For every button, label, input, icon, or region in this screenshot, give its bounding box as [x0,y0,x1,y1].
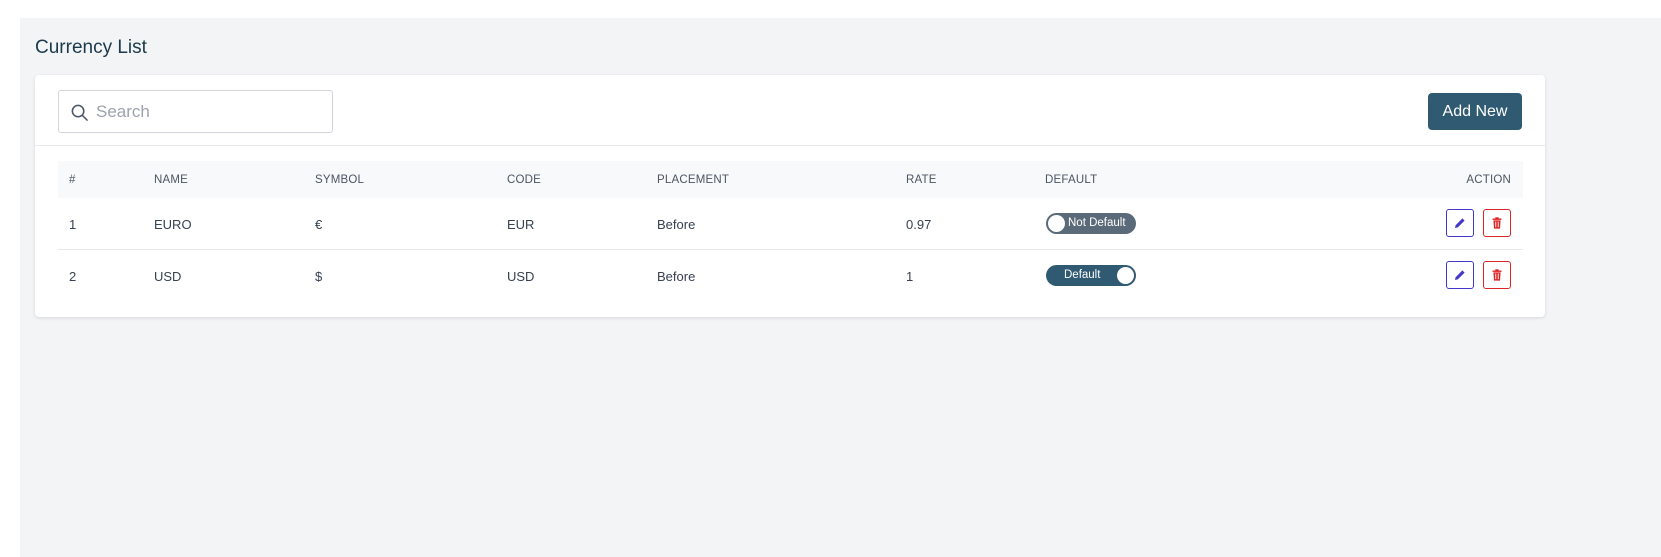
currency-table: # NAME SYMBOL CODE PLACEMENT RATE DEFAUL… [58,161,1523,302]
add-new-button[interactable]: Add New [1428,93,1522,130]
search-icon [71,104,88,121]
default-toggle[interactable]: Not Default [1046,213,1136,234]
header-code: CODE [507,174,542,186]
header-number: # [69,174,76,186]
table-row: 2 USD $ USD Before 1 Default [58,250,1523,302]
currency-card: Add New # NAME SYMBOL CODE PLACEMENT RAT… [35,75,1545,317]
cell-rate: 0.97 [906,217,932,232]
default-toggle[interactable]: Default [1046,265,1136,286]
cell-name: USD [154,269,182,284]
toggle-label: Default [1064,269,1101,281]
cell-code: EUR [507,217,535,232]
toggle-knob [1117,267,1134,284]
trash-icon [1492,269,1502,281]
header-action: ACTION [1466,174,1511,186]
toggle-knob [1048,215,1065,232]
header-placement: PLACEMENT [657,174,730,186]
page-title: Currency List [35,37,147,58]
delete-button[interactable] [1483,209,1511,237]
cell-symbol: $ [315,269,323,284]
table-header: # NAME SYMBOL CODE PLACEMENT RATE DEFAUL… [58,161,1523,198]
trash-icon [1492,217,1502,229]
header-rate: RATE [906,174,937,186]
pencil-icon [1455,218,1465,228]
cell-code: USD [507,269,535,284]
header-default: DEFAULT [1045,174,1098,186]
cell-placement: Before [657,217,696,232]
cell-symbol: € [315,217,323,232]
delete-button[interactable] [1483,261,1511,289]
cell-name: EURO [154,217,192,232]
cell-placement: Before [657,269,696,284]
edit-button[interactable] [1446,261,1474,289]
cell-rate: 1 [906,269,914,284]
card-toolbar: Add New [35,75,1545,146]
pencil-icon [1455,270,1465,280]
content-panel: Currency List Add New # NAME SYMBOL CODE… [20,18,1661,557]
header-symbol: SYMBOL [315,174,365,186]
toggle-label: Not Default [1068,217,1126,229]
table-row: 1 EURO € EUR Before 0.97 Not Default [58,198,1523,250]
search-box[interactable] [58,90,333,133]
header-name: NAME [154,174,189,186]
search-input[interactable] [96,91,326,132]
cell-number: 2 [69,269,77,284]
cell-number: 1 [69,217,77,232]
edit-button[interactable] [1446,209,1474,237]
